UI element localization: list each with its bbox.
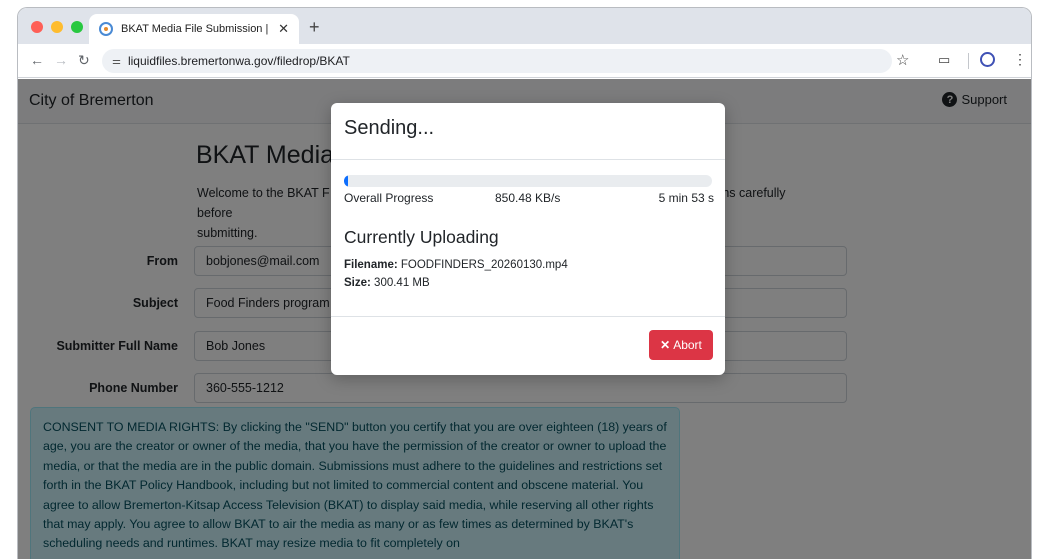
modal-header: Sending... (331, 103, 725, 160)
address-bar[interactable]: ⚌ liquidfiles.bremertonwa.gov/filedrop/B… (102, 49, 892, 73)
reload-icon[interactable]: ↻ (78, 51, 90, 69)
progress-label: Overall Progress (344, 191, 434, 205)
maximize-window-button[interactable] (71, 21, 83, 33)
close-window-button[interactable] (31, 21, 43, 33)
profile-avatar-icon[interactable] (980, 52, 995, 67)
back-arrow-icon[interactable]: ← (30, 51, 44, 69)
filename-value: FOODFINDERS_20260130.mp4 (400, 259, 568, 271)
upload-speed: 850.48 KB/s (495, 191, 561, 205)
size-value: 300.41 MB (374, 277, 430, 289)
new-tab-plus-icon[interactable]: + (309, 18, 320, 36)
site-settings-icon[interactable]: ⚌ (112, 56, 121, 67)
browser-toolbar: ← → ↻ ⚌ liquidfiles.bremertonwa.gov/file… (18, 44, 1031, 78)
progress-bar-fill (344, 175, 349, 187)
filename-line: Filename: FOODFINDERS_20260130.mp4 (344, 259, 568, 271)
currently-uploading-heading: Currently Uploading (344, 227, 499, 247)
modal-title: Sending... (344, 117, 435, 139)
abort-button[interactable]: ✕ Abort (649, 330, 713, 360)
size-label: Size: (344, 277, 371, 289)
reading-mode-icon[interactable]: ▭ (938, 52, 950, 68)
tab-title: BKAT Media File Submission | (121, 23, 269, 35)
tab-strip: BKAT Media File Submission | ✕ + (18, 8, 1031, 44)
browser-window: BKAT Media File Submission | ✕ + ← → ↻ ⚌… (17, 7, 1032, 559)
forward-arrow-icon[interactable]: → (54, 51, 68, 69)
minimize-window-button[interactable] (51, 21, 63, 33)
filename-label: Filename: (344, 259, 398, 271)
sending-modal: Sending... Overall Progress 850.48 KB/s … (331, 103, 725, 375)
url-text: liquidfiles.bremertonwa.gov/filedrop/BKA… (127, 54, 350, 68)
progress-bar (344, 175, 712, 187)
size-line: Size: 300.41 MB (344, 277, 430, 289)
toolbar-divider (968, 53, 969, 69)
abort-label: Abort (673, 338, 702, 352)
bookmark-star-icon[interactable]: ☆ (896, 51, 909, 69)
modal-footer: ✕ Abort (331, 316, 725, 375)
x-icon: ✕ (660, 338, 671, 352)
kebab-menu-icon[interactable]: ⋮ (1013, 51, 1027, 68)
site-favicon-icon (99, 22, 113, 36)
close-icon[interactable]: ✕ (278, 21, 289, 37)
page-content: City of Bremerton ? Support BKAT Media W… (18, 79, 1031, 559)
time-remaining: 5 min 53 s (658, 191, 714, 205)
browser-tab[interactable]: BKAT Media File Submission | ✕ (89, 14, 299, 44)
